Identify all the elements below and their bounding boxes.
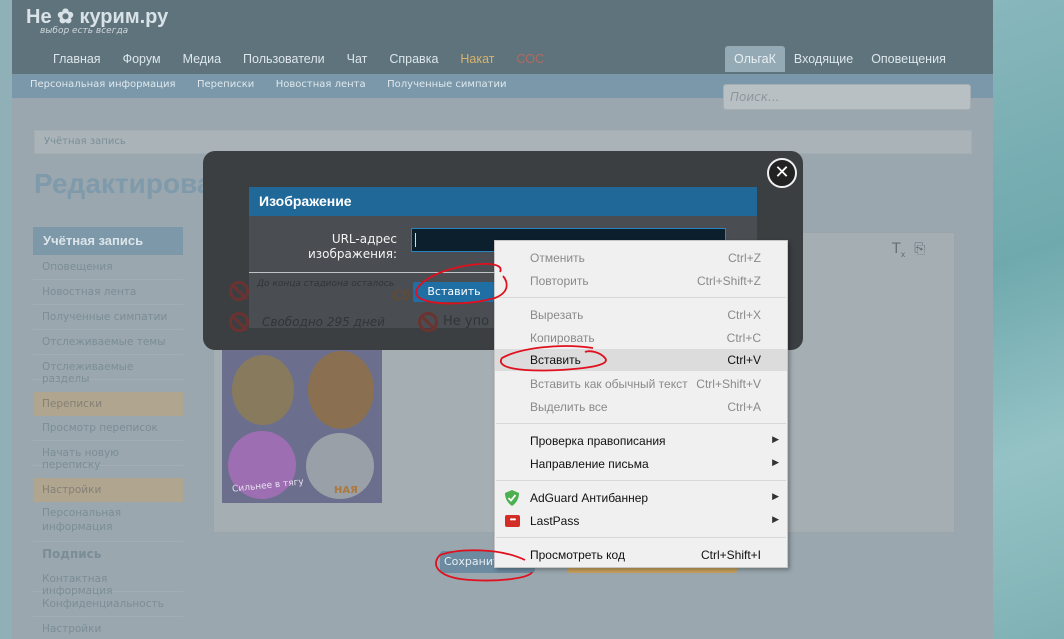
site-header: Не ✿ курим.ру выбор есть всегда Главная … — [12, 0, 993, 74]
nav-item-chat[interactable]: Чат — [336, 52, 379, 66]
menu-separator — [496, 537, 786, 538]
close-icon[interactable]: ✕ — [767, 158, 797, 188]
nav-item-nakat[interactable]: Накат — [449, 52, 505, 66]
sidebar-item-preferences[interactable]: Настройки — [33, 617, 183, 639]
page-background-right — [993, 0, 1064, 639]
collage-text-2: НАЯ — [334, 485, 358, 496]
site-tagline: выбор есть всегда — [40, 26, 129, 36]
nav-item-alerts[interactable]: Оповещения — [862, 46, 955, 72]
menu-separator — [496, 297, 786, 298]
page-background-left — [0, 0, 12, 639]
ghost-text-4: Сб — [393, 289, 411, 304]
subnav-likes[interactable]: Полученные симпатии — [369, 74, 506, 90]
sidebar-item-signature[interactable]: Подпись — [33, 542, 183, 567]
sidebar-item-news-feed[interactable]: Новостная лента — [33, 280, 183, 305]
main-nav: Главная Форум Медиа Пользователи Чат Спр… — [42, 52, 555, 66]
menu-item-paste[interactable]: Вставить Ctrl+V — [495, 349, 787, 371]
subnav-news-feed[interactable]: Новостная лента — [258, 74, 366, 90]
sidebar-item-watched-threads[interactable]: Отслеживаемые темы — [33, 330, 183, 355]
sidebar-item-personal-info[interactable]: Персональная информация — [33, 502, 183, 542]
dialog-divider — [249, 272, 499, 273]
ghost-text-3: Не упо — [443, 314, 490, 329]
menu-item-lastpass[interactable]: ••• LastPass ▶ — [495, 510, 787, 532]
ban-icon — [229, 312, 249, 332]
ghost-text-2: Свободно 295 дней — [262, 315, 385, 329]
lastpass-icon: ••• — [505, 515, 520, 527]
submenu-arrow-icon: ▶ — [772, 491, 779, 501]
account-sidebar: Учётная запись Оповещения Новостная лент… — [33, 227, 183, 639]
context-menu: Отменить Ctrl+Z Повторить Ctrl+Shift+Z Выр… — [494, 240, 788, 568]
sidebar-section-conversations: Переписки — [33, 392, 183, 416]
submenu-arrow-icon: ▶ — [772, 457, 779, 467]
collage-badge-2 — [308, 351, 374, 429]
nav-item-user-account[interactable]: ОльгаК — [725, 46, 785, 72]
menu-item-cut[interactable]: Вырезать Ctrl+X — [495, 304, 787, 326]
user-nav: ОльгаК Входящие Оповещения — [725, 46, 955, 72]
nav-item-home[interactable]: Главная — [42, 52, 112, 66]
sidebar-item-alerts[interactable]: Оповещения — [33, 255, 183, 280]
nav-item-inbox[interactable]: Входящие — [785, 46, 862, 72]
subnav-personal-info[interactable]: Персональная информация — [12, 74, 176, 90]
sidebar-item-watched-forums[interactable]: Отслеживаемые разделы — [33, 355, 183, 385]
menu-item-redo[interactable]: Повторить Ctrl+Shift+Z — [495, 270, 787, 292]
submenu-arrow-icon: ▶ — [772, 434, 779, 444]
menu-item-spellcheck[interactable]: Проверка правописания ▶ — [495, 430, 787, 452]
sidebar-item-contact-info[interactable]: Контактная информация — [33, 567, 183, 597]
adguard-shield-icon — [505, 490, 519, 506]
text-cursor — [415, 233, 416, 247]
dialog-title: Изображение — [249, 187, 757, 216]
menu-separator — [496, 480, 786, 481]
menu-item-copy[interactable]: Копировать Ctrl+C — [495, 327, 787, 349]
ghost-text-1: До конца стадиона осталось — [257, 279, 394, 289]
sidebar-header[interactable]: Учётная запись — [33, 227, 183, 255]
menu-item-select-all[interactable]: Выделить все Ctrl+A — [495, 396, 787, 418]
nav-item-media[interactable]: Медиа — [172, 52, 232, 66]
search-input[interactable]: Поиск... — [723, 84, 971, 110]
menu-item-undo[interactable]: Отменить Ctrl+Z — [495, 247, 787, 269]
signature-image-collage: Сильнее в тягу НАЯ — [222, 345, 382, 503]
sidebar-item-view-conversations[interactable]: Просмотр переписок — [33, 416, 183, 441]
collage-badge-1 — [232, 355, 294, 425]
nav-item-forum[interactable]: Форум — [112, 52, 172, 66]
sidebar-section-settings: Настройки — [33, 478, 183, 502]
menu-item-inspect[interactable]: Просмотреть код Ctrl+Shift+I — [495, 544, 787, 566]
clear-format-icon[interactable]: Tx ⎘ — [892, 241, 925, 259]
submenu-arrow-icon: ▶ — [772, 514, 779, 524]
menu-item-adguard[interactable]: AdGuard Антибаннер ▶ — [495, 487, 787, 509]
ban-icon — [418, 312, 438, 332]
menu-separator — [496, 423, 786, 424]
menu-item-paste-plain[interactable]: Вставить как обычный текст Ctrl+Shift+V — [495, 373, 787, 395]
nav-item-sos[interactable]: СОС — [506, 52, 556, 66]
subnav-conversations[interactable]: Переписки — [179, 74, 254, 90]
ban-icon — [229, 281, 249, 301]
sidebar-item-new-conversation[interactable]: Начать новую переписку — [33, 441, 183, 471]
sidebar-item-likes[interactable]: Полученные симпатии — [33, 305, 183, 330]
nav-item-help[interactable]: Справка — [378, 52, 449, 66]
menu-item-writing-direction[interactable]: Направление письма ▶ — [495, 453, 787, 475]
nav-item-users[interactable]: Пользователи — [232, 52, 336, 66]
insert-button[interactable]: Вставить — [413, 282, 495, 302]
url-field-label: URL-адрес изображения: — [308, 232, 397, 261]
